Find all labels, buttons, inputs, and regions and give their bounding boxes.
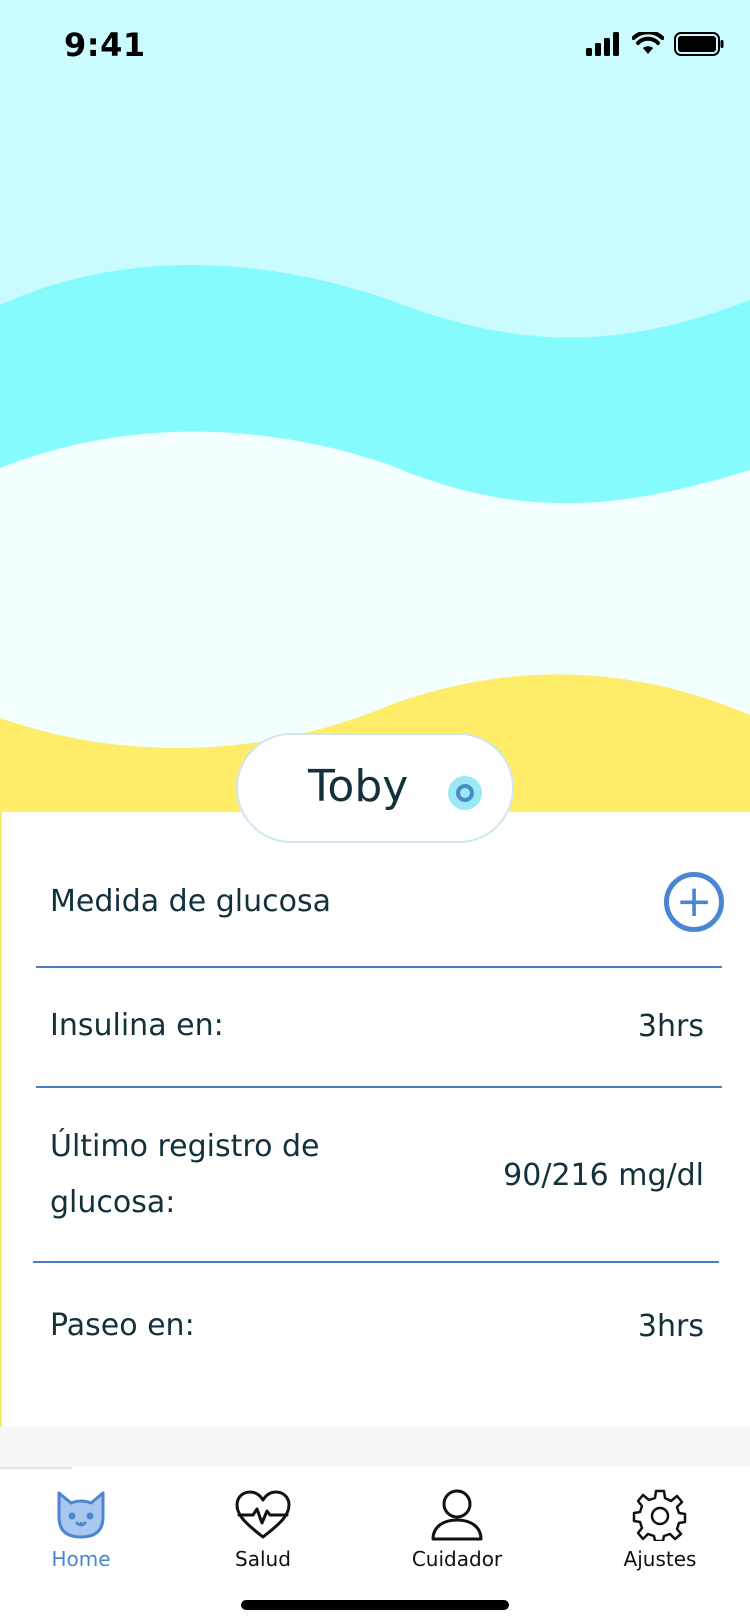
last-glucose-label-line2: glucosa:: [50, 1185, 176, 1220]
status-time: 9:41: [64, 26, 146, 64]
status-bar: 9:41: [0, 0, 750, 92]
plus-circle-icon[interactable]: +: [664, 872, 724, 932]
last-glucose-value: 90/216 mg/dl: [503, 1157, 704, 1193]
tab-bar-top-line: [0, 1467, 72, 1469]
divider: [36, 1086, 722, 1088]
tab-ajustes[interactable]: Ajustes: [585, 1489, 735, 1571]
home-indicator: [241, 1600, 509, 1610]
person-icon: [382, 1489, 532, 1541]
tab-home-label: Home: [51, 1547, 111, 1571]
divider: [36, 966, 722, 968]
hero-background: [0, 0, 750, 820]
cat-face-icon: [6, 1489, 156, 1541]
gear-icon: [585, 1489, 735, 1541]
status-icons: [586, 30, 724, 62]
last-glucose-label: Último registro de glucosa:: [50, 1119, 319, 1231]
walk-row: Paseo en: 3hrs: [50, 1286, 704, 1366]
pet-status-indicator-icon: [448, 776, 482, 810]
insulin-value: 3hrs: [637, 1008, 704, 1044]
tab-home[interactable]: Home: [6, 1489, 156, 1571]
tab-salud[interactable]: Salud: [188, 1489, 338, 1571]
last-glucose-label-line1: Último registro de: [50, 1129, 320, 1164]
pet-selector[interactable]: Toby: [236, 733, 514, 843]
pet-name: Toby: [308, 761, 409, 812]
insulin-row: Insulina en: 3hrs: [50, 986, 704, 1066]
last-glucose-row: Último registro de glucosa: 90/216 mg/dl: [50, 1102, 704, 1248]
insulin-label: Insulina en:: [50, 1008, 224, 1043]
walk-value: 3hrs: [637, 1308, 704, 1344]
glucose-measure-label: Medida de glucosa: [50, 884, 331, 919]
divider: [33, 1261, 719, 1263]
pet-summary-card: Medida de glucosa + Insulina en: 3hrs Úl…: [0, 812, 750, 1427]
walk-label: Paseo en:: [50, 1308, 195, 1343]
tab-cuidador[interactable]: Cuidador: [382, 1489, 532, 1571]
cellular-signal-icon: [586, 32, 622, 60]
tab-cuidador-label: Cuidador: [411, 1547, 503, 1571]
wifi-icon: [631, 30, 665, 60]
glucose-measure-row[interactable]: Medida de glucosa +: [50, 862, 724, 942]
tab-bar: Home Salud Cuidador Ajustes: [0, 1467, 750, 1624]
heart-pulse-icon: [188, 1489, 338, 1541]
tab-salud-label: Salud: [235, 1547, 291, 1571]
battery-icon: [674, 32, 724, 60]
tab-ajustes-label: Ajustes: [623, 1547, 697, 1571]
